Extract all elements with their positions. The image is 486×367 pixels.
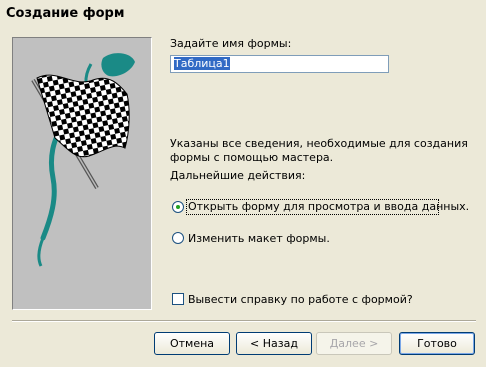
next-button[interactable]: Далее > bbox=[316, 332, 392, 355]
button-separator bbox=[12, 320, 476, 322]
cancel-button[interactable]: Отмена bbox=[154, 332, 230, 355]
radio-label-edit-layout[interactable]: Изменить макет формы. bbox=[188, 232, 330, 245]
title-bar: Создание форм bbox=[0, 0, 486, 30]
form-name-field[interactable]: Таблица1 bbox=[170, 55, 389, 73]
window-title: Создание форм bbox=[6, 6, 125, 21]
finish-button[interactable]: Готово bbox=[399, 332, 475, 355]
checkered-flag-icon bbox=[31, 53, 135, 267]
form-name-label: Задайте имя формы: bbox=[170, 37, 292, 50]
radio-selected-dot bbox=[176, 205, 180, 209]
radio-button-open-form[interactable] bbox=[172, 201, 184, 213]
radio-button-edit-layout[interactable] bbox=[172, 232, 184, 244]
help-checkbox[interactable] bbox=[172, 293, 184, 305]
form-name-value: Таблица1 bbox=[174, 57, 230, 70]
back-button[interactable]: < Назад bbox=[236, 332, 312, 355]
help-checkbox-label[interactable]: Вывести справку по работе с формой? bbox=[188, 293, 413, 306]
radio-label-open-form[interactable]: Открыть форму для просмотра и ввода данн… bbox=[188, 200, 469, 213]
wizard-illustration bbox=[12, 37, 152, 310]
info-line-1: Указаны все сведения, необходимые для со… bbox=[170, 137, 468, 150]
info-line-2: формы с помощью мастера. bbox=[170, 151, 334, 164]
next-actions-label: Дальнейшие действия: bbox=[170, 169, 306, 182]
